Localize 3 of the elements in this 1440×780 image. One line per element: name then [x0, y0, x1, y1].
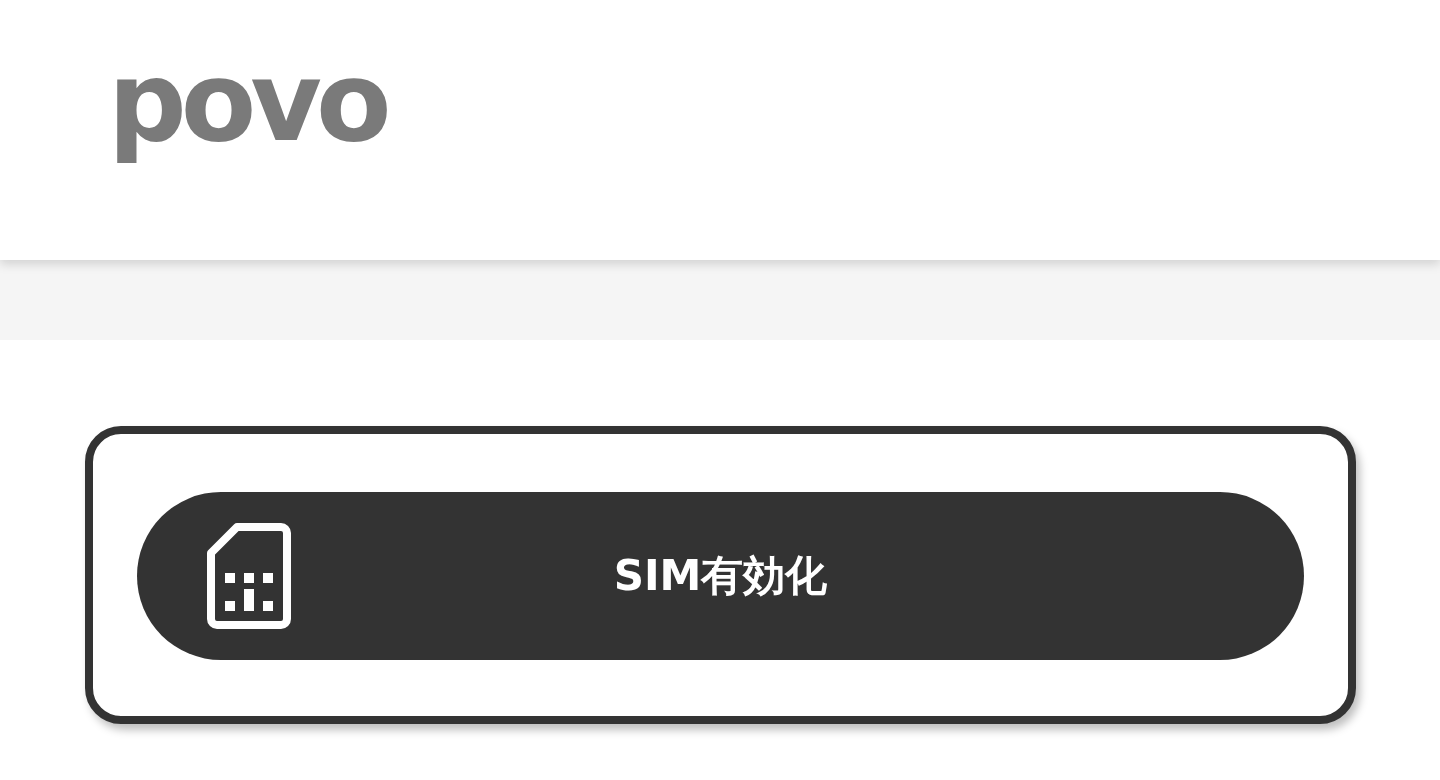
- sim-card-icon: [207, 523, 291, 629]
- logo[interactable]: povo: [108, 36, 386, 168]
- sim-activation-button[interactable]: SIM有効化: [137, 492, 1304, 660]
